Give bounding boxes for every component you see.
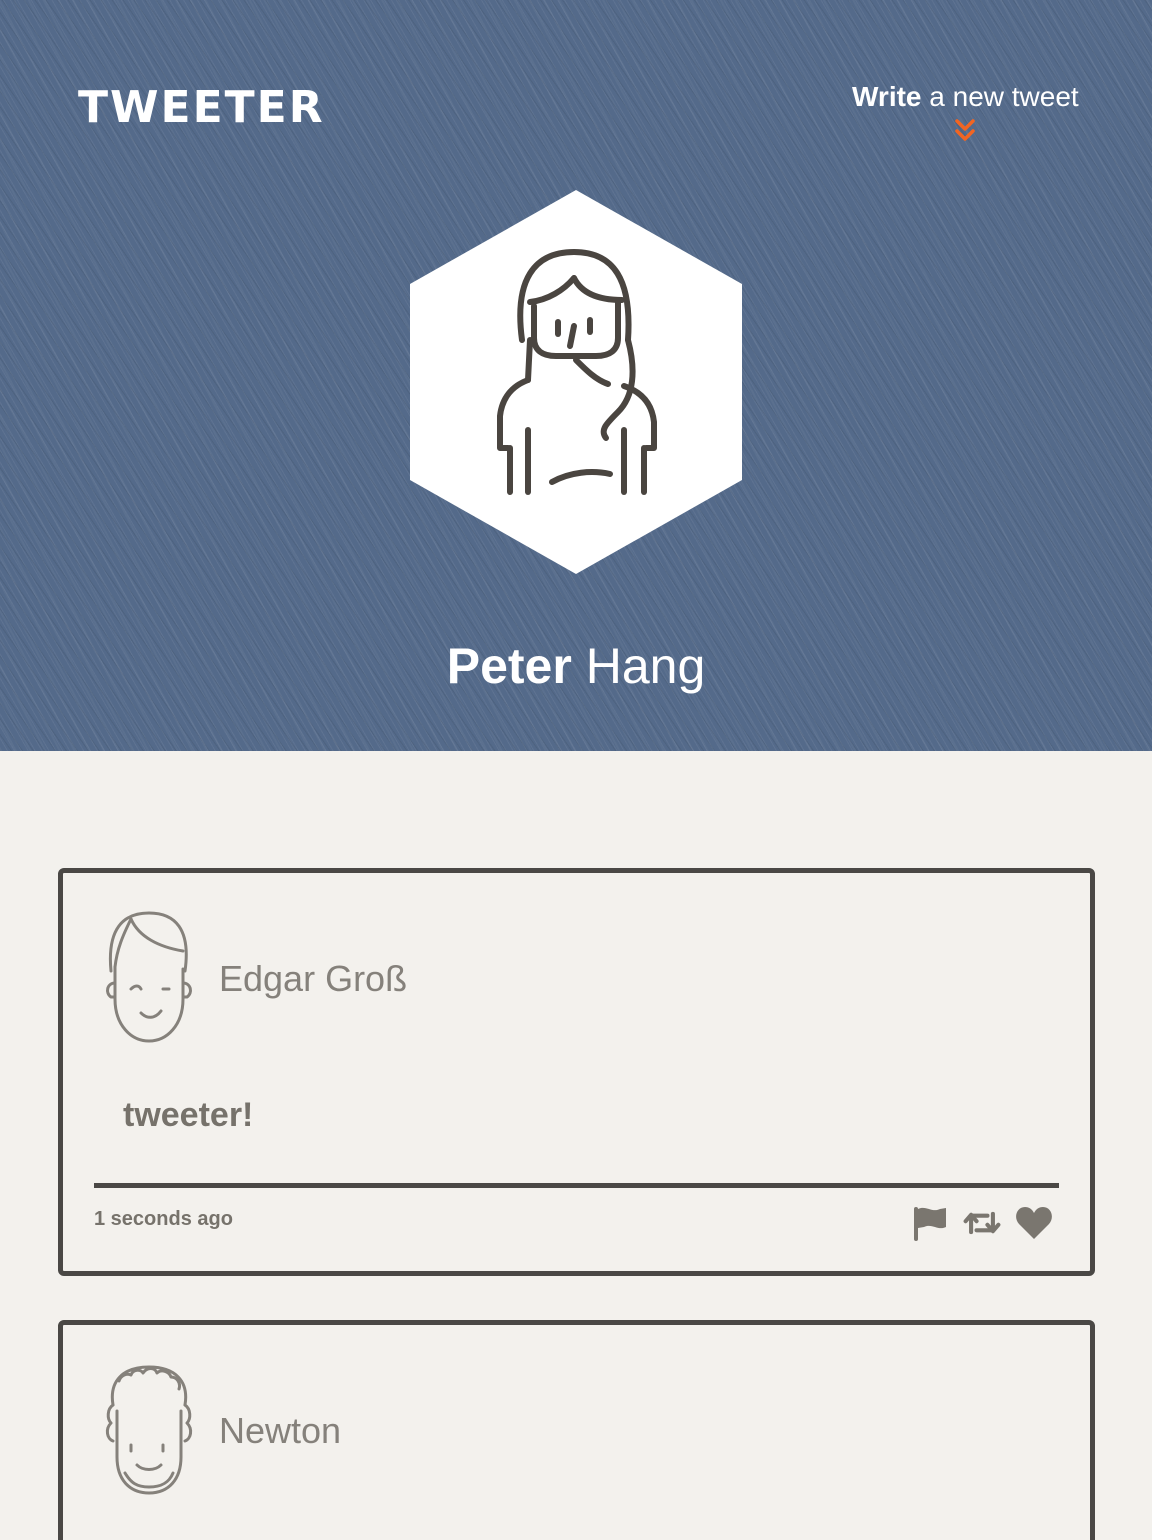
boy-avatar-icon — [106, 911, 192, 1043]
retweet-icon[interactable] — [962, 1203, 1002, 1243]
compose-label-strong: Write — [852, 81, 922, 112]
tweet-body: tweeter! — [123, 1096, 254, 1134]
heart-icon[interactable] — [1014, 1203, 1054, 1243]
curly-hair-avatar-icon — [105, 1365, 193, 1495]
flag-icon[interactable] — [910, 1203, 950, 1243]
app-logo[interactable]: TWEETER — [78, 84, 325, 132]
compose-label[interactable]: Write a new tweet — [852, 80, 1079, 114]
tweet-actions — [910, 1203, 1054, 1243]
double-chevron-down-icon[interactable] — [954, 118, 976, 144]
tweet-timestamp: 1 seconds ago — [94, 1208, 233, 1230]
profile-name: Peter Hang — [0, 636, 1152, 696]
tweet-card: Newton — [58, 1320, 1095, 1540]
profile-first-name: Peter — [446, 638, 572, 694]
tweet-author[interactable]: Edgar Groß — [219, 959, 407, 999]
profile-avatar — [410, 190, 742, 574]
tweet-card: Edgar Groß tweeter! 1 seconds ago — [58, 868, 1095, 1276]
tweet-divider — [94, 1183, 1059, 1188]
compose-label-light: a new tweet — [929, 81, 1079, 112]
profile-last-name: Hang — [585, 638, 706, 694]
compose-tweet-toggle[interactable]: Write a new tweet — [852, 80, 1079, 144]
tweet-author[interactable]: Newton — [219, 1411, 341, 1451]
profile-header: TWEETER Write a new tweet Peter Hang — [0, 0, 1152, 751]
